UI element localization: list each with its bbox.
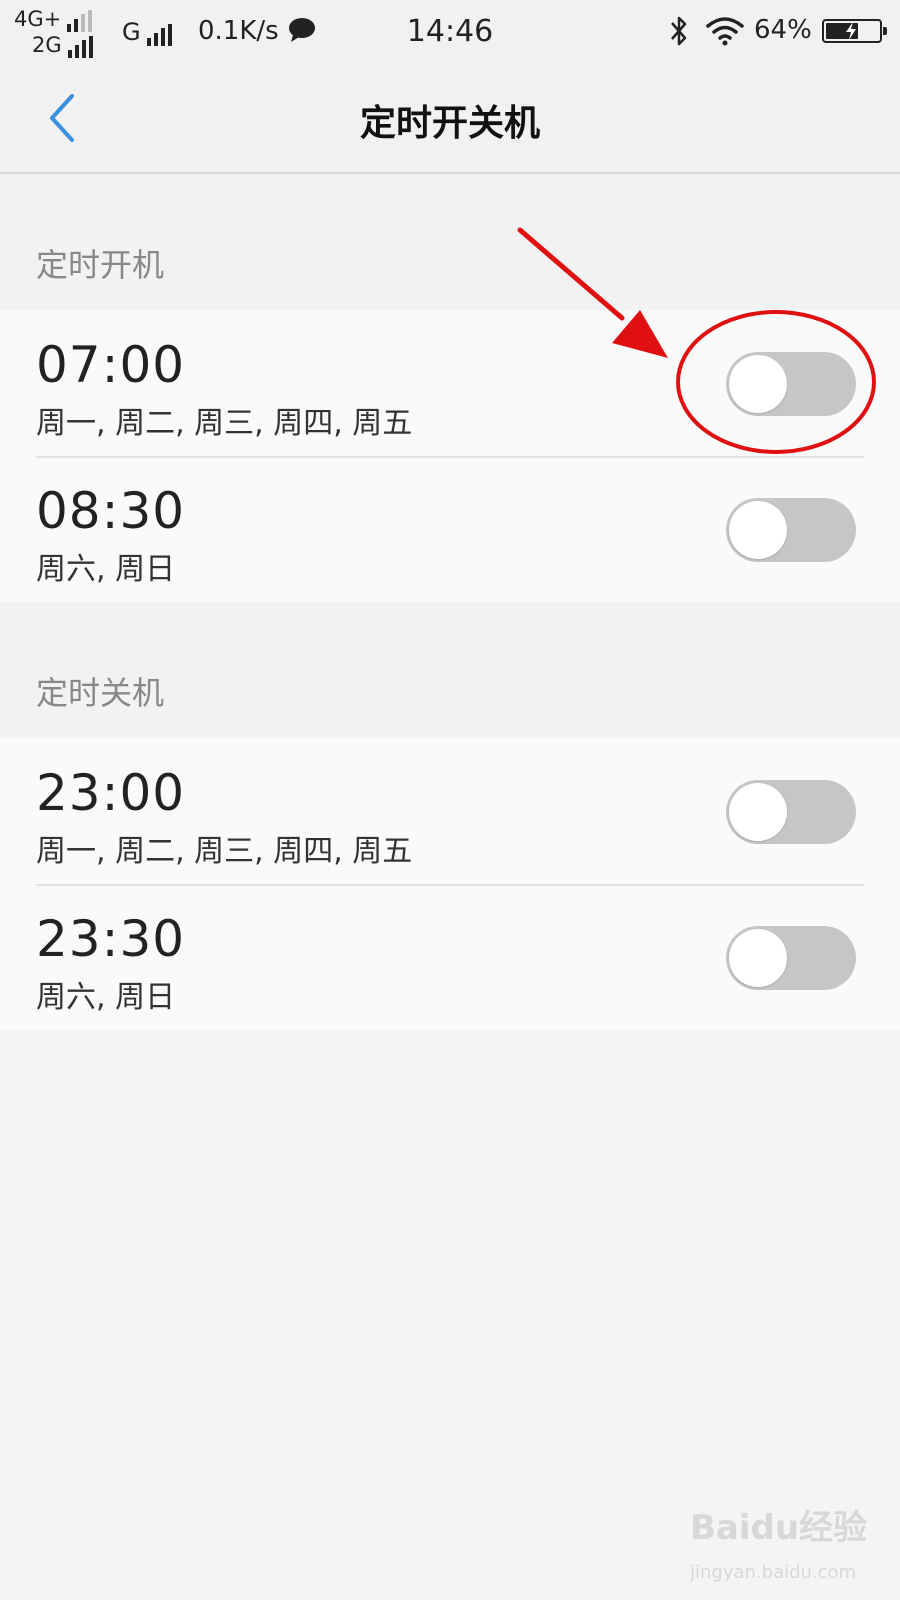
schedule-time: 23:00 <box>36 764 186 822</box>
toggle-knob <box>729 783 787 841</box>
schedule-time: 08:30 <box>36 482 186 540</box>
app-header: 定时开关机 <box>0 64 900 174</box>
schedule-toggle[interactable] <box>726 780 856 844</box>
schedule-row[interactable]: 23:00 周一, 周二, 周三, 周四, 周五 <box>0 738 900 884</box>
schedule-row[interactable]: 07:00 周一, 周二, 周三, 周四, 周五 <box>0 310 900 456</box>
watermark: Baidu经验 jingyan.baidu.com <box>690 1500 880 1590</box>
phone-screen: 4G+ 2G G 0.1K/s 14:46 64% 定时开关机 定时开机 07:… <box>0 0 900 1600</box>
schedule-row[interactable]: 08:30 周六, 周日 <box>0 456 900 602</box>
status-bar: 4G+ 2G G 0.1K/s 14:46 64% <box>0 0 900 64</box>
watermark-url: jingyan.baidu.com <box>690 1562 857 1583</box>
wifi-icon <box>706 17 744 46</box>
section-label-power-on: 定时开机 <box>36 246 165 284</box>
battery-icon <box>822 19 887 43</box>
power-on-list: 07:00 周一, 周二, 周三, 周四, 周五 08:30 周六, 周日 <box>0 310 900 602</box>
toggle-knob <box>729 501 787 559</box>
schedule-row[interactable]: 23:30 周六, 周日 <box>0 884 900 1030</box>
schedule-toggle[interactable] <box>726 498 856 562</box>
page-title: 定时开关机 <box>359 103 540 144</box>
watermark-brand: Baidu经验 <box>690 1508 868 1548</box>
toggle-knob <box>729 355 787 413</box>
power-off-list: 23:00 周一, 周二, 周三, 周四, 周五 23:30 周六, 周日 <box>0 738 900 1030</box>
battery-percent: 64% <box>754 15 812 45</box>
schedule-days: 周六, 周日 <box>36 980 176 1015</box>
schedule-days: 周六, 周日 <box>36 552 176 587</box>
charging-bolt-icon <box>846 22 856 40</box>
toggle-knob <box>729 929 787 987</box>
schedule-toggle[interactable] <box>726 926 856 990</box>
schedule-days: 周一, 周二, 周三, 周四, 周五 <box>36 834 413 869</box>
schedule-time: 23:30 <box>36 910 186 968</box>
schedule-toggle[interactable] <box>726 352 856 416</box>
section-label-power-off: 定时关机 <box>36 674 165 712</box>
schedule-days: 周一, 周二, 周三, 周四, 周五 <box>36 406 413 441</box>
schedule-time: 07:00 <box>36 336 186 394</box>
bluetooth-icon <box>671 16 687 46</box>
